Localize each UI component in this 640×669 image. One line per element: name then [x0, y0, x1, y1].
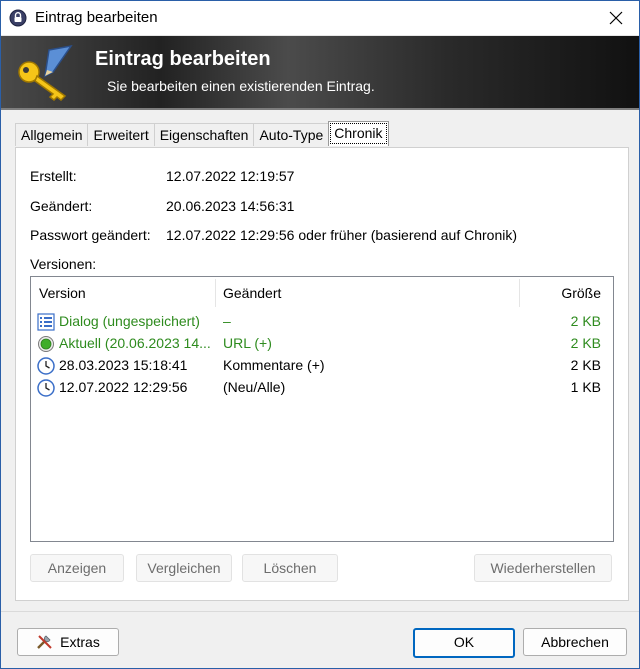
table-row[interactable]: Aktuell (20.06.2023 14... URL (+) 2 KB: [31, 333, 613, 355]
close-icon: [609, 11, 623, 25]
clock-icon: [37, 379, 55, 397]
created-label: Erstellt:: [30, 168, 77, 184]
modified-label: Geändert:: [30, 198, 93, 214]
green-circle-icon: [38, 336, 54, 352]
key-pen-icon: [18, 44, 73, 101]
extras-button[interactable]: Extras: [17, 628, 119, 656]
row-version: Dialog (ungespeichert): [59, 313, 200, 329]
table-row[interactable]: 12.07.2022 12:29:56 (Neu/Alle) 1 KB: [31, 377, 613, 399]
window-title: Eintrag bearbeiten: [35, 9, 158, 26]
footer-separator: [1, 611, 639, 612]
title-bar: Eintrag bearbeiten: [1, 1, 639, 36]
keepass-lock-icon: [9, 9, 27, 27]
row-changed: Kommentare (+): [223, 357, 325, 373]
row-size: 2 KB: [570, 335, 601, 351]
tab-eigenschaften[interactable]: Eigenschaften: [153, 123, 255, 146]
delete-button[interactable]: Löschen: [242, 554, 338, 582]
password-changed-label: Passwort geändert:: [30, 227, 151, 243]
row-changed: (Neu/Alle): [223, 379, 286, 395]
tab-erweitert[interactable]: Erweitert: [87, 123, 155, 146]
banner-title: Eintrag bearbeiten: [95, 48, 271, 70]
password-changed-value: 12.07.2022 12:29:56 oder früher (basiere…: [166, 227, 518, 243]
restore-button[interactable]: Wiederherstellen: [474, 554, 612, 582]
cancel-button[interactable]: Abbrechen: [523, 628, 627, 656]
row-version: Aktuell (20.06.2023 14...: [59, 335, 211, 351]
ok-button[interactable]: OK: [413, 628, 515, 658]
column-header-size[interactable]: Größe: [521, 277, 613, 309]
table-row[interactable]: 28.03.2023 15:18:41 Kommentare (+) 2 KB: [31, 355, 613, 377]
row-size: 2 KB: [570, 313, 601, 329]
row-version: 12.07.2022 12:29:56: [59, 379, 188, 395]
list-icon: [37, 313, 55, 331]
extras-label: Extras: [60, 634, 100, 650]
dialog-window: Eintrag bearbeiten Eintrag bearbeiten Si…: [0, 0, 640, 669]
created-value: 12.07.2022 12:19:57: [166, 168, 295, 184]
show-button[interactable]: Anzeigen: [30, 554, 124, 582]
tab-auto-type[interactable]: Auto-Type: [253, 123, 330, 146]
column-header-changed[interactable]: Geändert: [215, 277, 503, 309]
column-header-version[interactable]: Version: [31, 277, 215, 309]
clock-icon: [37, 357, 55, 375]
versions-list[interactable]: Version Geändert Größe Dialog (ungespeic…: [30, 276, 614, 542]
tab-allgemein[interactable]: Allgemein: [15, 123, 89, 146]
close-button[interactable]: [593, 1, 639, 35]
row-version: 28.03.2023 15:18:41: [59, 357, 188, 373]
row-changed: URL (+): [223, 335, 272, 351]
tab-strip: Allgemein Erweitert Eigenschaften Auto-T…: [15, 121, 389, 147]
row-size: 2 KB: [570, 357, 601, 373]
compare-button[interactable]: Vergleichen: [136, 554, 232, 582]
list-header: Version Geändert Größe: [31, 277, 613, 309]
table-row[interactable]: Dialog (ungespeichert) – 2 KB: [31, 311, 613, 333]
tools-icon: [37, 635, 52, 649]
banner-subtitle: Sie bearbeiten einen existierenden Eintr…: [107, 78, 375, 94]
row-size: 1 KB: [570, 379, 601, 395]
tab-chronik[interactable]: Chronik: [328, 121, 389, 146]
row-changed: –: [223, 313, 231, 329]
modified-value: 20.06.2023 14:56:31: [166, 198, 295, 214]
versions-label: Versionen:: [30, 256, 97, 272]
header-banner: Eintrag bearbeiten Sie bearbeiten einen …: [1, 36, 639, 110]
chronik-panel: Erstellt: 12.07.2022 12:19:57 Geändert: …: [15, 147, 629, 601]
column-separator: [519, 279, 520, 307]
